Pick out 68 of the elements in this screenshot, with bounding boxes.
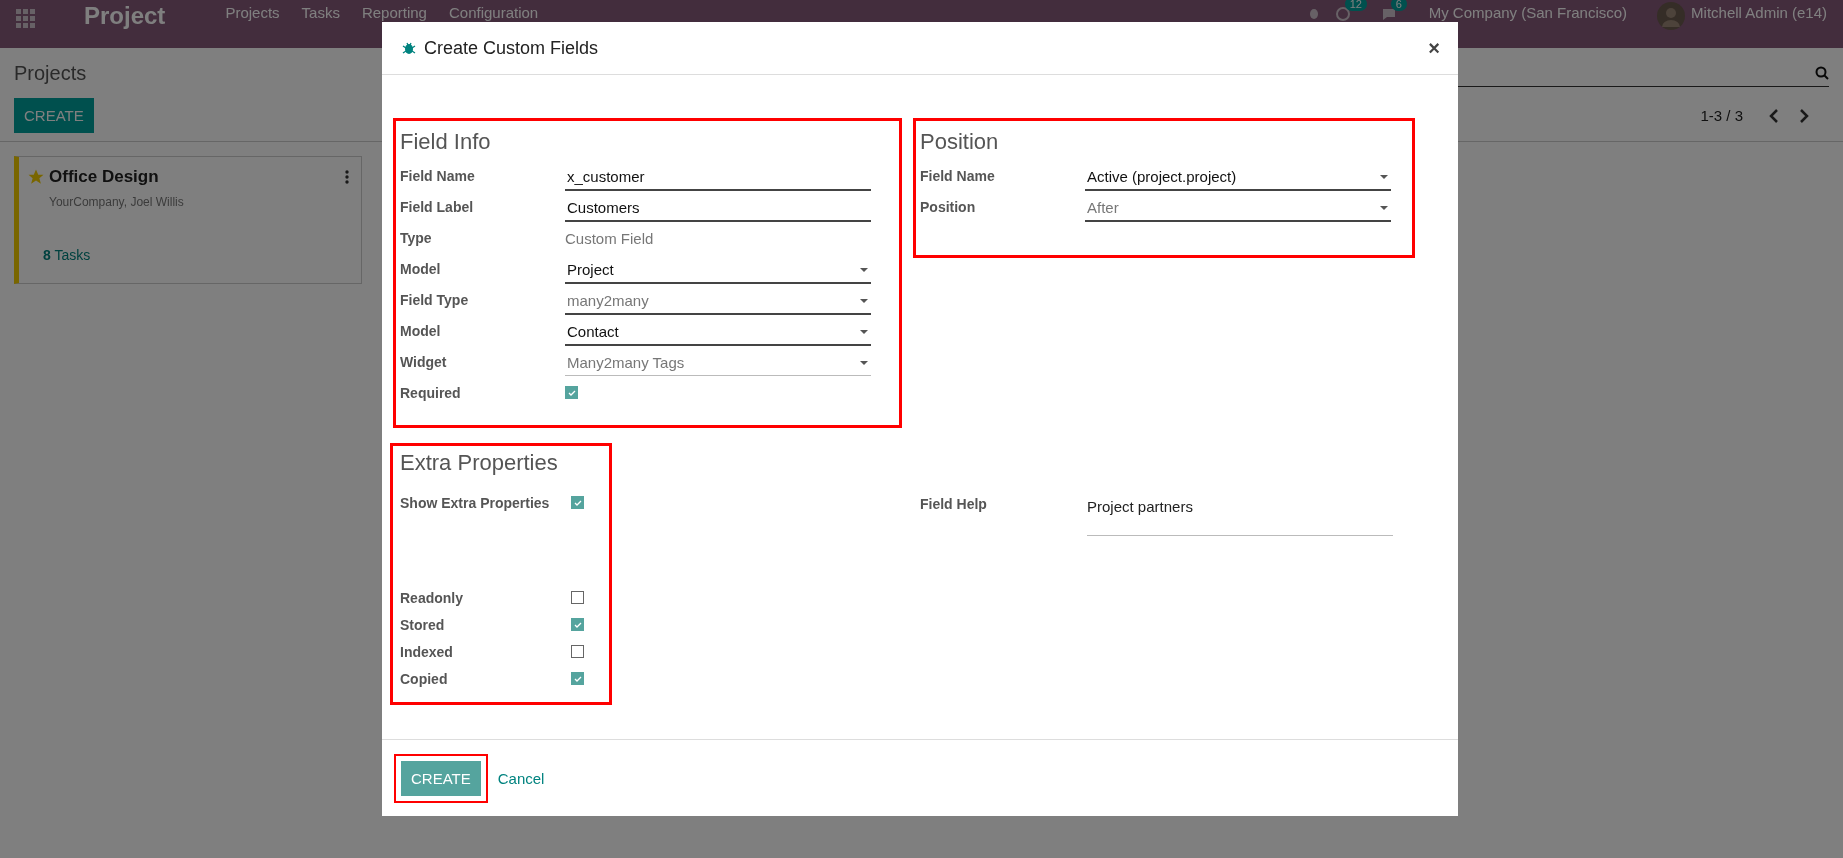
field-label: Model <box>400 322 442 339</box>
notification-badge: 6 <box>1390 0 1407 11</box>
select-field[interactable]: Contact <box>565 320 871 346</box>
section-title: Extra Properties <box>400 450 559 476</box>
project-card[interactable]: Office Design YourCompany, Joel Willis 8 Tasks <box>14 156 362 284</box>
checkbox[interactable] <box>571 591 584 604</box>
app-title[interactable]: Project <box>84 4 166 28</box>
field-label: Position <box>920 198 977 215</box>
checkbox[interactable] <box>571 618 584 631</box>
notification-badge: 12 <box>1344 0 1367 11</box>
field-label: Copied <box>400 670 449 687</box>
checkbox[interactable] <box>571 672 584 685</box>
checkbox[interactable] <box>565 386 578 399</box>
cancel-link[interactable]: Cancel <box>497 769 545 787</box>
select-field[interactable]: Project <box>565 258 871 284</box>
pager-value: 1-3 / 3 <box>1700 107 1743 124</box>
close-button[interactable]: × <box>1424 36 1444 60</box>
caret-icon <box>860 268 868 272</box>
menu-item[interactable]: Projects <box>225 5 280 21</box>
select-field[interactable]: After <box>1085 196 1391 222</box>
menu-item[interactable]: Configuration <box>448 5 539 21</box>
section-title: Position <box>920 129 1000 155</box>
card-title: Office Design <box>49 167 159 187</box>
caret-icon <box>1380 175 1388 179</box>
input-field[interactable]: x_customer <box>565 165 871 191</box>
field-label: Field Name <box>920 167 996 184</box>
tasks-link[interactable]: 8 Tasks <box>43 247 349 263</box>
field-label: Show Extra Properties <box>400 494 551 511</box>
field-label: Indexed <box>400 643 454 660</box>
field-label: Field Help <box>920 495 988 514</box>
search-icon[interactable] <box>1815 65 1829 80</box>
field-label: Field Label <box>400 198 475 215</box>
menu-item[interactable]: Tasks <box>301 5 340 21</box>
field-label: Field Name <box>400 167 476 184</box>
field-label: Readonly <box>400 589 464 606</box>
dialog-title: Create Custom Fields <box>424 37 599 59</box>
card-subtitle: YourCompany, Joel Willis <box>49 195 185 209</box>
caret-icon <box>1380 206 1388 210</box>
field-label: Stored <box>400 616 446 633</box>
input-field[interactable]: Customers <box>565 196 871 222</box>
create-button[interactable]: CREATE <box>401 760 481 796</box>
apps-menu-icon[interactable] <box>16 9 36 29</box>
star-icon[interactable] <box>27 168 45 186</box>
kebab-menu-icon[interactable] <box>345 170 349 184</box>
caret-icon <box>860 299 868 303</box>
caret-icon <box>860 330 868 334</box>
caret-icon <box>860 361 868 365</box>
field-label: Model <box>400 260 442 277</box>
chevron-left-icon[interactable] <box>1769 108 1779 123</box>
text-area[interactable]: Project partners <box>1087 493 1393 536</box>
company-switcher[interactable]: My Company (San Francisco) <box>1428 5 1628 21</box>
field-value: Custom Field <box>565 229 654 247</box>
menu-item[interactable]: Reporting <box>361 5 427 21</box>
select-field[interactable]: Active (project.project) <box>1085 165 1391 191</box>
page-title: Projects <box>14 61 87 85</box>
avatar-icon[interactable] <box>1657 2 1686 30</box>
chevron-right-icon[interactable] <box>1799 108 1809 123</box>
clock-icon[interactable] <box>1334 6 1351 22</box>
field-label: Required <box>400 384 462 401</box>
checkbox[interactable] <box>571 645 584 658</box>
field-label: Field Type <box>400 291 470 308</box>
field-label: Widget <box>400 353 448 370</box>
select-field[interactable]: Many2many Tags <box>565 351 871 376</box>
checkbox[interactable] <box>571 496 584 509</box>
select-field[interactable]: many2many <box>565 289 871 315</box>
section-title: Field Info <box>400 129 492 155</box>
user-menu[interactable]: Mitchell Admin (e14) <box>1691 5 1827 21</box>
field-label: Type <box>400 229 433 246</box>
